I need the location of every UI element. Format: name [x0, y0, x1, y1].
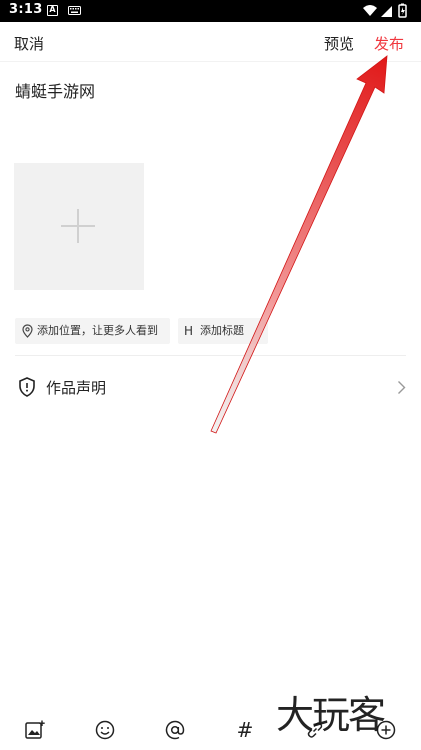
- signal-icon: [381, 6, 392, 17]
- cancel-button[interactable]: 取消: [14, 33, 44, 54]
- top-bar: 取消 预览 发布: [0, 22, 421, 62]
- divider: [15, 355, 406, 356]
- preview-button[interactable]: 预览: [324, 33, 354, 54]
- work-declaration-row[interactable]: 作品声明: [0, 366, 421, 410]
- add-location-chip[interactable]: 添加位置，让更多人看到: [15, 318, 170, 344]
- chevron-right-icon: [398, 381, 406, 394]
- add-title-label: 添加标题: [200, 324, 244, 337]
- heading-icon: H: [184, 324, 194, 338]
- shield-icon: [19, 377, 35, 397]
- keyboard-icon: [68, 6, 81, 15]
- wifi-icon: [363, 5, 377, 16]
- status-bar: 3:13 A: [0, 0, 421, 22]
- work-declaration-label: 作品声明: [46, 379, 107, 397]
- add-image-button[interactable]: [14, 163, 144, 290]
- status-time: 3:13: [9, 2, 43, 17]
- notification-a-icon: A: [47, 5, 58, 16]
- add-title-chip[interactable]: H 添加标题: [178, 318, 268, 344]
- at-icon[interactable]: [164, 719, 186, 741]
- publish-button[interactable]: 发布: [374, 33, 404, 54]
- location-pin-icon: [22, 324, 33, 338]
- watermark: 大玩客: [276, 693, 386, 737]
- plus-icon: [61, 209, 95, 243]
- emoji-icon[interactable]: [94, 719, 116, 741]
- hashtag-icon[interactable]: #: [234, 719, 256, 741]
- post-text[interactable]: 蜻蜓手游网: [15, 78, 95, 102]
- status-icons: [363, 3, 407, 18]
- image-add-icon[interactable]: [24, 719, 46, 741]
- add-location-label: 添加位置，让更多人看到: [37, 324, 158, 337]
